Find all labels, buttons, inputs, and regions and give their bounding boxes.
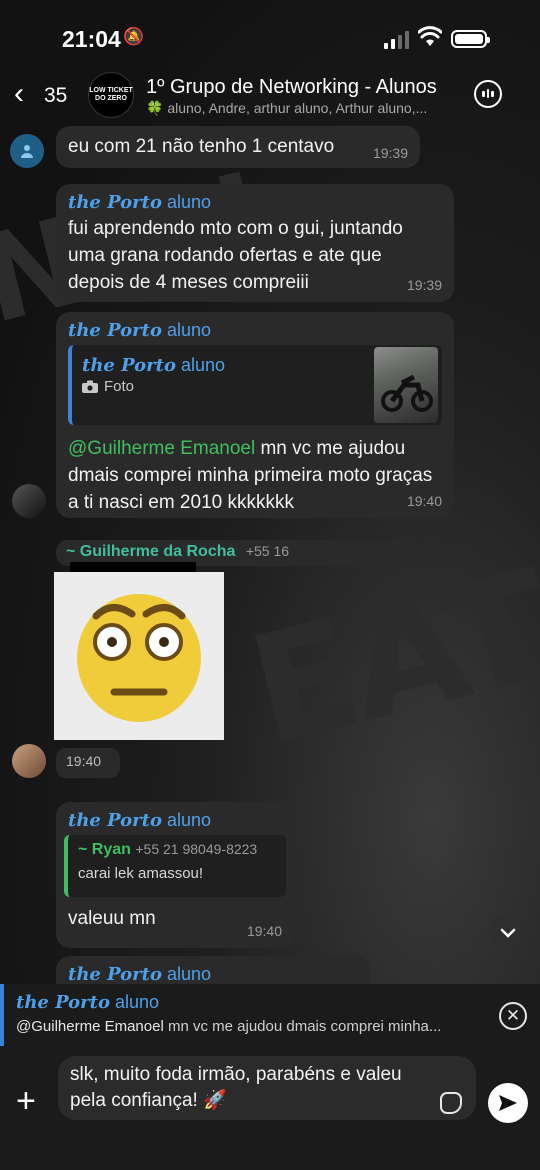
message-text: @Guilherme Emanoel mn vc me ajudou dmais… bbox=[68, 438, 433, 513]
message-input[interactable]: slk, muito foda irmão, parabéns e valeu … bbox=[58, 1056, 476, 1120]
group-avatar[interactable]: LOW TICKET DO ZERO bbox=[88, 72, 134, 118]
quoted-message[interactable]: ~ Ryan +55 21 98049-8223 carai lek amass… bbox=[64, 835, 286, 897]
close-icon: ✕ bbox=[505, 1006, 521, 1025]
scroll-to-bottom-button[interactable] bbox=[489, 914, 527, 952]
cellular-signal-icon bbox=[384, 31, 409, 49]
message-bubble[interactable]: the Porto aluno the Porto aluno Foto @Gu… bbox=[56, 312, 454, 518]
chat-header: ‹ 35 LOW TICKET DO ZERO 1º Grupo de Netw… bbox=[0, 68, 540, 122]
message-time: 19:40 bbox=[406, 493, 442, 509]
message-time: 19:40 bbox=[246, 923, 282, 939]
sender-name[interactable]: the Porto aluno bbox=[68, 964, 358, 985]
wifi-icon bbox=[417, 26, 443, 53]
reply-sender: the Porto aluno bbox=[16, 992, 160, 1013]
message-text: fui aprendendo mto com o gui, juntando u… bbox=[68, 218, 403, 293]
silent-bell-icon: 🔕 bbox=[123, 27, 145, 46]
chevron-down-icon bbox=[500, 928, 516, 938]
message-time: 19:40 bbox=[66, 753, 102, 769]
quoted-text: carai lek amassou! bbox=[78, 865, 204, 882]
reply-text: @Guilherme Emanoel mn vc me ajudou dmais… bbox=[16, 1018, 442, 1035]
quoted-phone: +55 21 98049-8223 bbox=[135, 841, 258, 857]
user-icon bbox=[21, 145, 33, 158]
quoted-photo-thumbnail bbox=[374, 347, 438, 423]
group-title[interactable]: 1º Grupo de Networking - Alunos bbox=[146, 76, 437, 99]
quoted-sender: ~ Ryan bbox=[78, 841, 131, 858]
send-button[interactable] bbox=[488, 1083, 528, 1123]
message-bubble[interactable]: the Porto aluno ~ Ryan +55 21 98049-8223… bbox=[56, 802, 294, 948]
quoted-message[interactable]: the Porto aluno Foto bbox=[68, 345, 442, 425]
sender-name[interactable]: the Porto aluno bbox=[68, 810, 282, 831]
message-time: 19:39 bbox=[372, 145, 408, 161]
message-time: 19:39 bbox=[406, 277, 442, 293]
reply-preview[interactable]: the Porto aluno @Guilherme Emanoel mn vc… bbox=[0, 984, 540, 1046]
avatar[interactable] bbox=[12, 744, 46, 778]
sender-name[interactable]: ~ Guilherme da Rocha bbox=[66, 543, 235, 560]
sender-phone: +55 16 bbox=[245, 543, 290, 559]
quoted-media-label: Foto bbox=[104, 378, 135, 395]
status-bar: 21:04 🔕 bbox=[0, 0, 540, 72]
close-reply-button[interactable]: ✕ bbox=[499, 1002, 527, 1030]
sender-name[interactable]: the Porto aluno bbox=[68, 192, 442, 213]
message-bubble[interactable]: the Porto aluno fui aprendendo mto com o… bbox=[56, 184, 454, 302]
shocked-face-icon bbox=[77, 594, 201, 722]
camera-icon bbox=[82, 380, 98, 393]
sticker-sender-tag[interactable]: ~ Guilherme da Rocha +55 16 bbox=[56, 540, 418, 578]
attach-plus-icon[interactable]: + bbox=[16, 1084, 36, 1118]
group-members[interactable]: 🍀 aluno, Andre, arthur aluno, Arthur alu… bbox=[146, 100, 466, 117]
message-text: eu com 21 não tenho 1 centavo bbox=[68, 136, 335, 157]
back-chevron-icon[interactable]: ‹ bbox=[14, 79, 24, 109]
avatar[interactable] bbox=[12, 484, 46, 518]
battery-icon bbox=[451, 30, 490, 48]
message-bubble[interactable]: eu com 21 não tenho 1 centavo 19:39 bbox=[56, 126, 420, 168]
sticker-time-chip: 19:40 bbox=[56, 748, 120, 778]
status-time: 21:04 bbox=[62, 26, 121, 52]
mention-link[interactable]: @Guilherme Emanoel bbox=[68, 438, 255, 459]
sticker-image[interactable] bbox=[54, 572, 224, 740]
send-arrow-icon bbox=[499, 1095, 517, 1111]
voice-chat-icon[interactable] bbox=[474, 80, 502, 108]
sticker-icon[interactable] bbox=[440, 1092, 462, 1114]
sender-name[interactable]: the Porto aluno bbox=[68, 320, 442, 341]
avatar[interactable] bbox=[10, 134, 44, 168]
unread-count[interactable]: 35 bbox=[44, 84, 67, 108]
